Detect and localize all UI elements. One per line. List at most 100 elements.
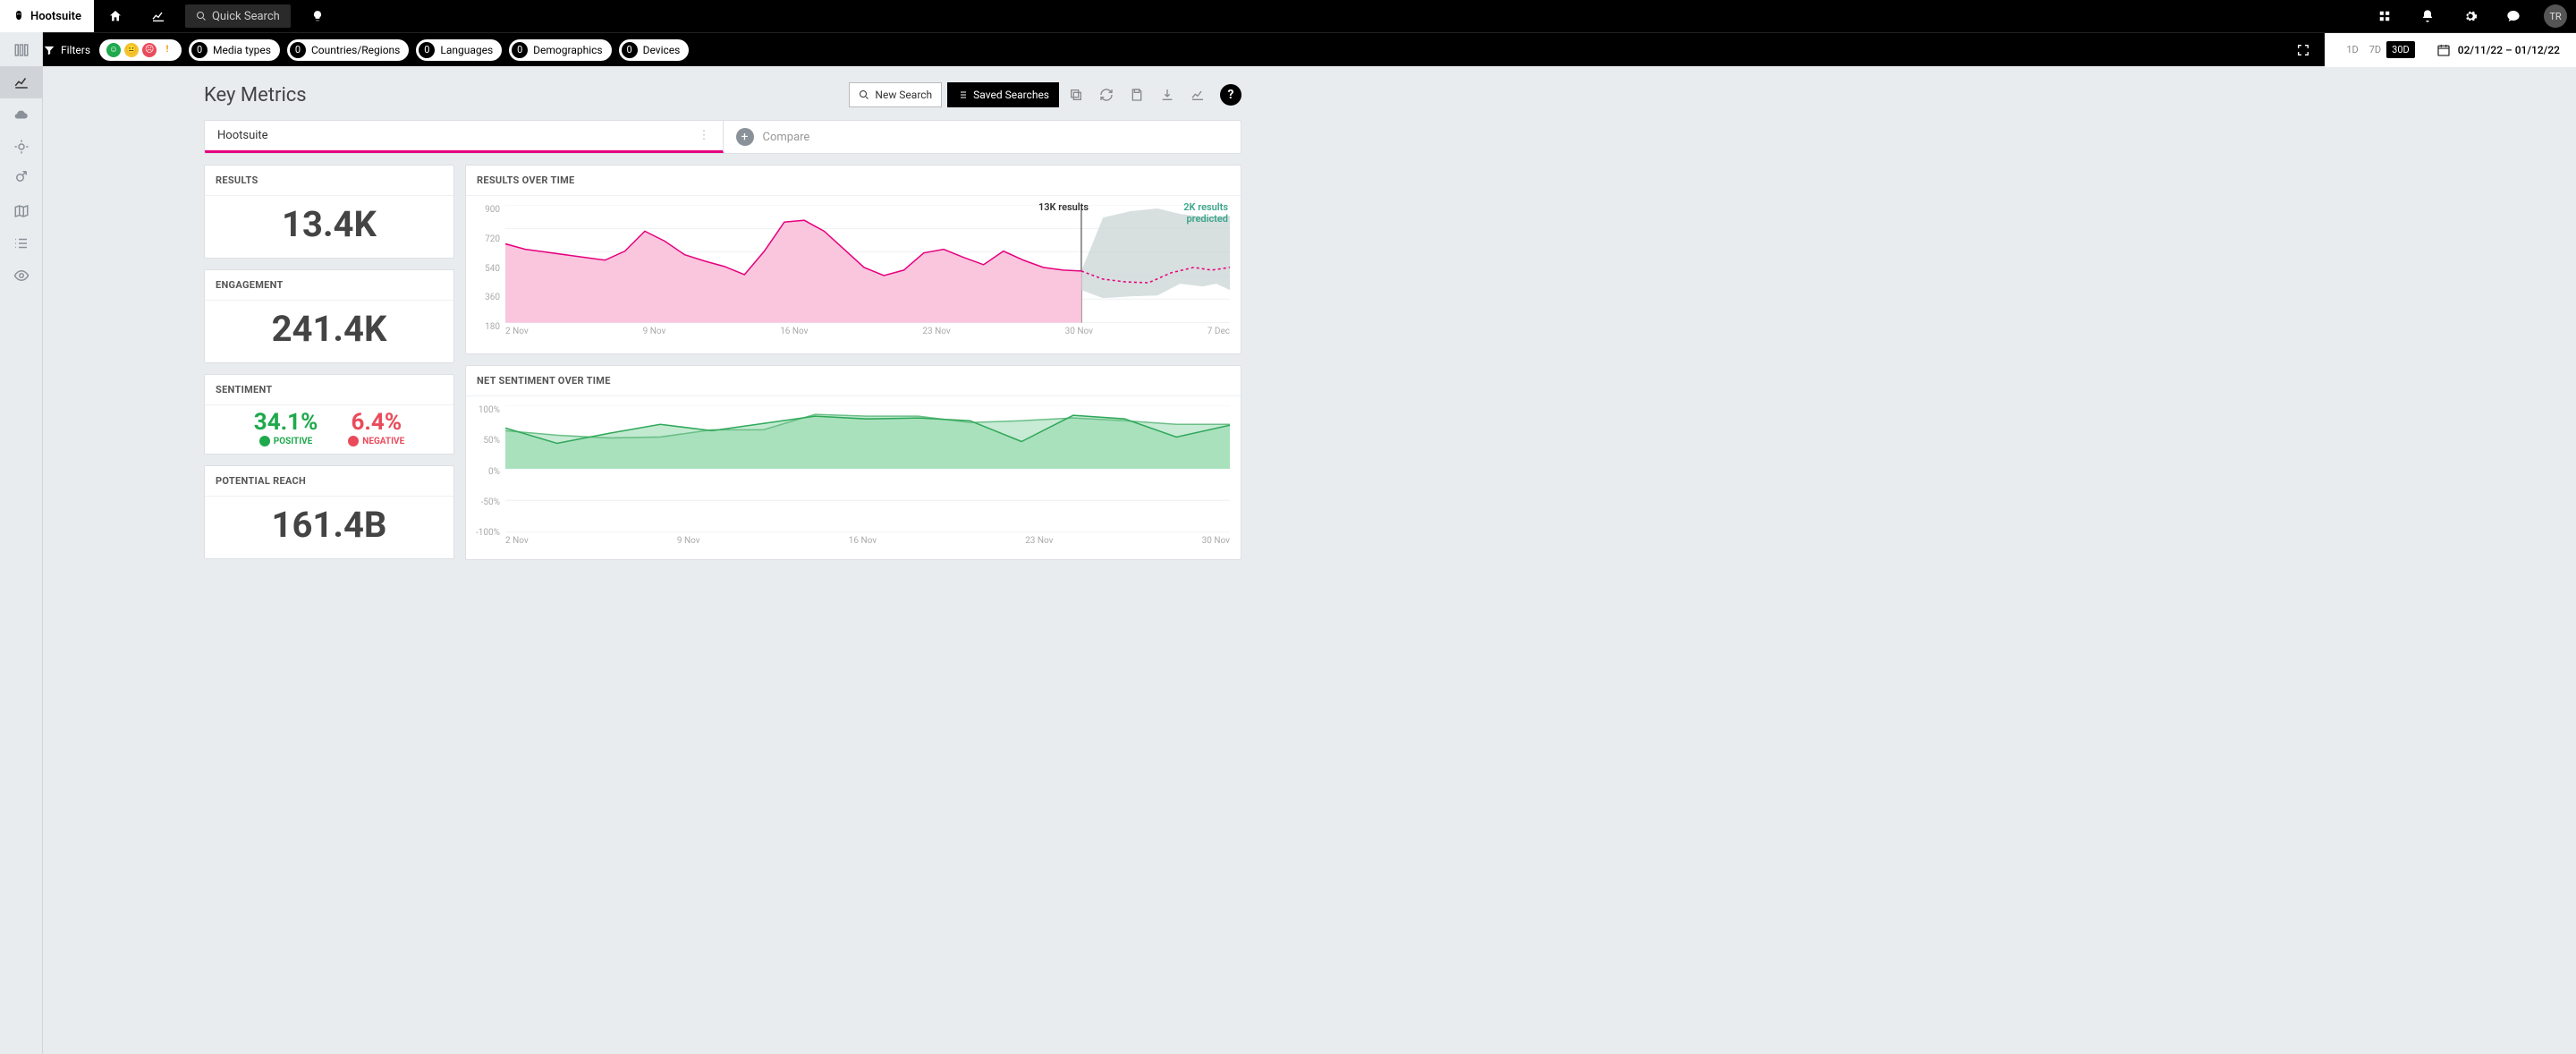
chat-icon xyxy=(2506,9,2521,23)
range-1d[interactable]: 1D xyxy=(2341,41,2363,58)
rail-item-analytics[interactable] xyxy=(0,66,43,98)
fullscreen-button[interactable] xyxy=(2282,34,2325,66)
chart-net-sentiment: 100%50%0%-50%-100% 2 Nov9 Nov16 Nov23 No xyxy=(466,396,1241,559)
y-axis-ticks: 100%50%0%-50%-100% xyxy=(473,405,500,538)
rail-item-target[interactable] xyxy=(0,131,43,163)
sentiment-chips[interactable]: ☺ 😐 ☹ ! xyxy=(99,39,182,61)
range-toggle: 1D 7D 30D xyxy=(2341,41,2414,58)
page: Key Metrics New Search Saved Searches ? … xyxy=(43,66,2576,576)
filter-chip-demographics[interactable]: 0Demographics xyxy=(509,39,611,61)
home-icon xyxy=(108,9,123,23)
card-header: POTENTIAL REACH xyxy=(205,466,453,497)
download-icon xyxy=(1160,88,1174,102)
chart-annot-predicted: 2K results predicted xyxy=(1183,201,1228,225)
target-icon xyxy=(13,139,30,155)
copy-icon xyxy=(1069,88,1083,102)
analytics-nav-button[interactable] xyxy=(137,0,180,32)
save-button[interactable] xyxy=(1123,82,1150,107)
line-chart-icon xyxy=(1191,88,1205,102)
range-30d[interactable]: 30D xyxy=(2386,41,2415,58)
refresh-button[interactable] xyxy=(1093,82,1120,107)
card-header: ENGAGEMENT xyxy=(205,270,453,301)
line-chart-icon xyxy=(151,9,165,23)
rail-item-list[interactable] xyxy=(0,227,43,259)
card-sentiment: SENTIMENT 34.1% POSITIVE 6.4% NEGATIVE xyxy=(204,374,454,455)
chart-button[interactable] xyxy=(1184,82,1211,107)
copy-button[interactable] xyxy=(1063,82,1089,107)
rail-item-geo[interactable] xyxy=(0,195,43,227)
date-range-picker[interactable]: 02/11/22 – 01/12/22 xyxy=(2436,43,2560,57)
filter-chip-languages[interactable]: 0Languages xyxy=(416,39,502,61)
apps-button[interactable] xyxy=(2363,0,2406,32)
filter-chip-devices[interactable]: 0Devices xyxy=(619,39,690,61)
home-button[interactable] xyxy=(94,0,137,32)
eye-icon xyxy=(13,268,30,284)
page-header: Key Metrics New Search Saved Searches ? xyxy=(204,82,1241,107)
topbar: Hootsuite Quick Search TR xyxy=(0,0,2576,32)
list-icon xyxy=(13,235,30,251)
x-axis-ticks: 2 Nov9 Nov16 Nov23 Nov30 Nov xyxy=(505,532,1230,548)
sentiment-positive-value: 34.1% xyxy=(254,409,318,436)
rail-item-cloud[interactable] xyxy=(0,98,43,131)
chart-annot-actual: 13K results xyxy=(1038,201,1089,213)
metric-results-value: 13.4K xyxy=(205,196,453,258)
chart-results-over-time: 900720540360180 13K results 2K results p… xyxy=(466,196,1241,353)
chat-button[interactable] xyxy=(2492,0,2535,32)
new-search-button[interactable]: New Search xyxy=(849,82,942,107)
sentiment-positive-chip[interactable]: ☺ xyxy=(106,43,121,57)
help-button[interactable]: ? xyxy=(1220,84,1241,106)
compare-term: Hootsuite xyxy=(217,129,268,142)
sentiment-negative-chip[interactable]: ☹ xyxy=(142,43,157,57)
settings-button[interactable] xyxy=(2449,0,2492,32)
chart-svg xyxy=(505,405,1230,532)
range-7d[interactable]: 7D xyxy=(2364,41,2386,58)
rail-item-visibility[interactable] xyxy=(0,259,43,292)
user-avatar[interactable]: TR xyxy=(2544,4,2567,28)
rail-item-streams[interactable] xyxy=(0,34,43,66)
sentiment-alert-chip[interactable]: ! xyxy=(160,43,174,57)
card-engagement: ENGAGEMENT 241.4K xyxy=(204,269,454,363)
card-header: NET SENTIMENT OVER TIME xyxy=(466,366,1241,396)
compare-row: Hootsuite ⋮ + Compare xyxy=(204,120,1241,154)
rail-item-demographics[interactable] xyxy=(0,163,43,195)
compare-add-cell[interactable]: + Compare xyxy=(724,121,1241,153)
metric-engagement-value: 241.4K xyxy=(205,301,453,362)
notifications-button[interactable] xyxy=(2406,0,2449,32)
sentiment-neutral-chip[interactable]: 😐 xyxy=(124,43,139,57)
metric-reach-value: 161.4B xyxy=(205,497,453,558)
card-header: SENTIMENT xyxy=(205,375,453,405)
smile-icon xyxy=(259,436,270,446)
grid-icon xyxy=(2378,10,2391,22)
owl-icon xyxy=(13,10,25,22)
filter-icon xyxy=(43,44,55,56)
brand-logo[interactable]: Hootsuite xyxy=(0,0,94,32)
card-header: RESULTS xyxy=(205,166,453,196)
date-controls: 1D 7D 30D 02/11/22 – 01/12/22 xyxy=(2325,33,2576,67)
saved-searches-button[interactable]: Saved Searches xyxy=(947,82,1059,107)
left-rail xyxy=(0,32,43,1054)
download-button[interactable] xyxy=(1154,82,1181,107)
y-axis-ticks: 900720540360180 xyxy=(473,205,500,332)
refresh-icon xyxy=(1099,88,1114,102)
gear-icon xyxy=(2463,9,2478,23)
page-title: Key Metrics xyxy=(204,84,307,106)
compare-label: Compare xyxy=(763,131,810,144)
bell-icon xyxy=(2420,9,2435,23)
frown-icon xyxy=(348,436,359,446)
search-icon xyxy=(196,11,207,21)
x-axis-ticks: 2 Nov9 Nov16 Nov23 Nov30 Nov7 Dec xyxy=(505,323,1230,338)
compare-term-menu[interactable]: ⋮ xyxy=(699,129,710,142)
card-results-over-time: RESULTS OVER TIME 900720540360180 13K re… xyxy=(465,165,1241,354)
quick-search-button[interactable]: Quick Search xyxy=(185,4,291,28)
cloud-icon xyxy=(13,106,30,123)
ideas-button[interactable] xyxy=(296,0,339,32)
calendar-icon xyxy=(2436,43,2451,57)
compare-term-cell[interactable]: Hootsuite ⋮ xyxy=(205,121,724,153)
fullscreen-icon xyxy=(2296,43,2310,57)
filter-chip-countries[interactable]: 0Countries/Regions xyxy=(287,39,409,61)
card-net-sentiment: NET SENTIMENT OVER TIME 100%50%0%-50%-10… xyxy=(465,365,1241,560)
filters-label[interactable]: Filters xyxy=(43,44,90,56)
quick-search-label: Quick Search xyxy=(212,10,280,23)
sentiment-negative-label: NEGATIVE xyxy=(348,436,404,446)
filter-chip-media-types[interactable]: 0Media types xyxy=(189,39,280,61)
